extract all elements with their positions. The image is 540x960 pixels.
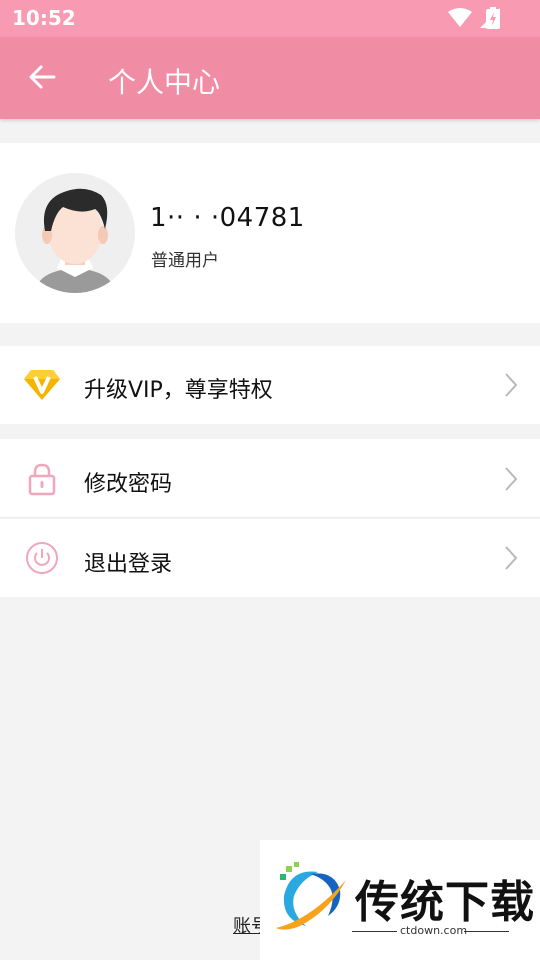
profile-card: 1·· · ·04781 普通用户 — [0, 143, 540, 323]
battery-icon — [486, 7, 500, 29]
power-icon — [22, 538, 62, 578]
avatar-illustration — [15, 173, 135, 293]
watermark-logo — [276, 862, 346, 930]
vip-diamond-icon — [22, 365, 62, 405]
lock-icon — [22, 459, 62, 499]
watermark-brand: 传统下载 — [355, 877, 535, 928]
watermark-divider — [352, 931, 397, 932]
arrow-left-icon — [29, 65, 56, 89]
username: 1·· · ·04781 — [150, 203, 305, 233]
logout-item[interactable]: 退出登录 — [0, 519, 540, 597]
wifi-icon — [448, 8, 472, 27]
page-title: 个人中心 — [108, 66, 221, 99]
chevron-right-icon — [505, 467, 518, 491]
back-button[interactable] — [24, 59, 60, 95]
logout-label: 退出登录 — [84, 552, 173, 577]
watermark: 传统下载 ctdown.com — [260, 840, 540, 960]
avatar[interactable] — [15, 173, 135, 293]
chevron-right-icon — [505, 373, 518, 397]
change-password-label: 修改密码 — [84, 472, 173, 497]
status-bar: 10:52 — [0, 0, 540, 37]
upgrade-vip-label: 升级VIP，尊享特权 — [84, 378, 273, 403]
status-time: 10:52 — [12, 6, 76, 30]
watermark-site: ctdown.com — [400, 924, 468, 937]
watermark-divider — [464, 931, 509, 932]
change-password-item[interactable]: 修改密码 — [0, 439, 540, 518]
upgrade-vip-item[interactable]: 升级VIP，尊享特权 — [0, 346, 540, 424]
chevron-right-icon — [505, 546, 518, 570]
app-bar: 个人中心 — [0, 37, 540, 119]
user-level: 普通用户 — [151, 251, 219, 271]
